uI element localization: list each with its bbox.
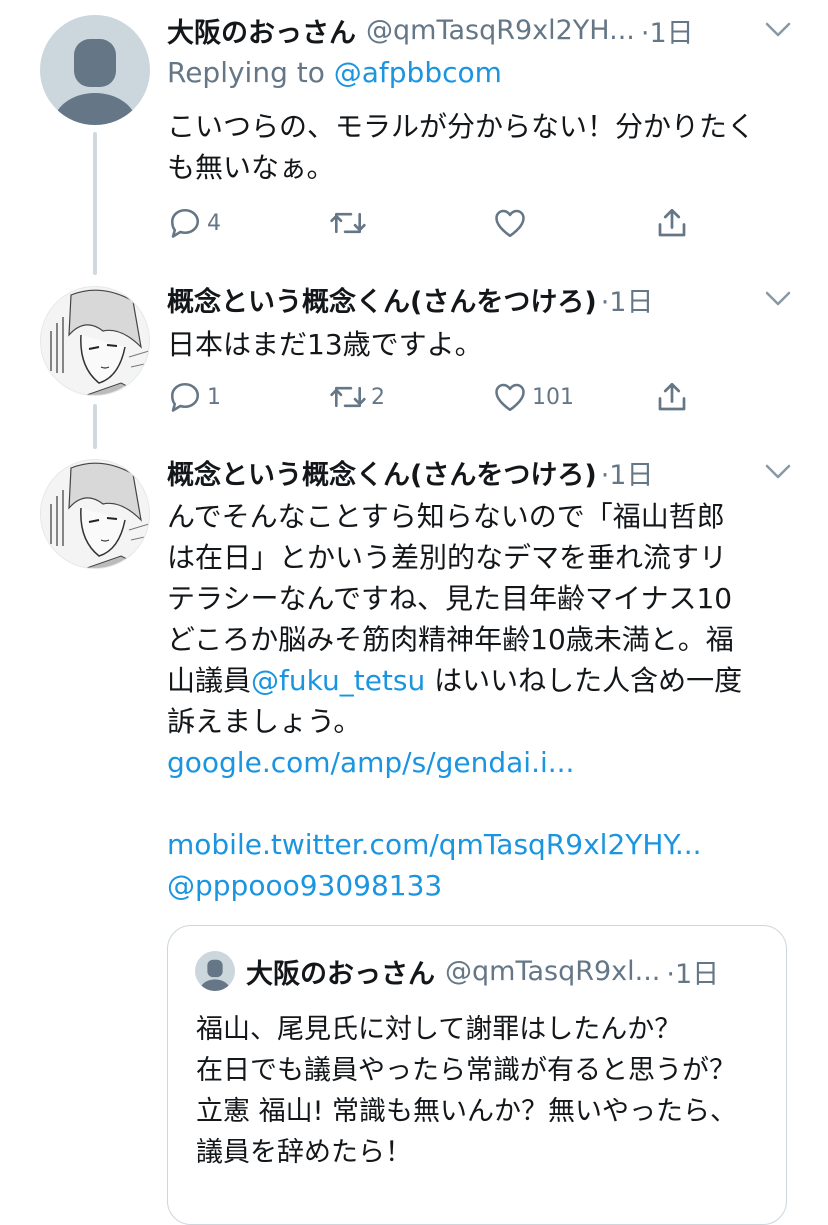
manga-avatar-icon bbox=[41, 287, 149, 395]
default-avatar-icon bbox=[53, 39, 137, 125]
mention-link[interactable]: @fuku_tetsu bbox=[251, 664, 425, 697]
like-icon bbox=[495, 209, 525, 238]
quoted-tweet-header: 大阪のおっさん @qmTasqR9xl... ·1日 bbox=[246, 953, 766, 990]
avatar bbox=[195, 951, 235, 991]
retweet-count: 2 bbox=[371, 384, 385, 410]
retweet-icon bbox=[330, 212, 366, 234]
timestamp: ·1日 bbox=[666, 958, 720, 990]
text-segment: はいいねした人含め一度 bbox=[425, 664, 743, 697]
text-line: どころか脳みそ筋肉精神年齢10歳未満と。福 bbox=[167, 623, 734, 656]
replying-to-link[interactable]: @afpbbcom bbox=[334, 56, 502, 89]
chevron-down-icon[interactable] bbox=[764, 289, 792, 309]
share-button[interactable] bbox=[654, 377, 690, 417]
quoted-tweet-text: 福山、尾見氏に対して謝罪はしたんか？ 在日でも議員やったら常識が有ると思うが？ … bbox=[196, 1014, 737, 1168]
share-button[interactable] bbox=[654, 203, 690, 243]
avatar[interactable] bbox=[40, 15, 150, 125]
mention-link[interactable]: @pppooo93098133 bbox=[167, 865, 797, 906]
reply-icon bbox=[170, 208, 200, 238]
thread-line bbox=[93, 404, 97, 449]
text-line: 訴えましょう。 bbox=[167, 705, 362, 738]
retweet-button[interactable] bbox=[329, 203, 367, 243]
display-name: 大阪のおっさん bbox=[246, 958, 435, 990]
like-icon bbox=[495, 383, 525, 412]
text-line: んでそんなことすら知らないので「福山哲郎 bbox=[167, 500, 725, 533]
replying-to: Replying to @afpbbcom bbox=[167, 56, 502, 89]
tweet-header: 大阪のおっさん @qmTasqR9xl2YH... ·1日 bbox=[167, 10, 768, 50]
manga-avatar-icon bbox=[41, 460, 149, 568]
tweet-header: 概念という概念くん(さんをつけろ) ·1日 bbox=[167, 279, 768, 319]
retweet-button[interactable]: 2 bbox=[329, 377, 385, 417]
reply-count: 1 bbox=[207, 384, 221, 410]
tweet-text: 日本はまだ13歳ですよ。 bbox=[167, 328, 483, 361]
timestamp[interactable]: ·1日 bbox=[641, 11, 694, 50]
tweet-actions: 4 bbox=[167, 203, 707, 243]
text-line: は在日」とかいう差別的なデマを垂れ流すリ bbox=[167, 541, 728, 574]
default-avatar-icon bbox=[199, 959, 231, 991]
quoted-tweet[interactable]: 大阪のおっさん @qmTasqR9xl... ·1日 福山、尾見氏に対して謝罪は… bbox=[167, 925, 787, 1225]
tweet-actions: 1 2 101 bbox=[167, 377, 707, 417]
reply-icon bbox=[170, 382, 200, 412]
retweet-icon bbox=[330, 386, 366, 408]
chevron-down-icon[interactable] bbox=[764, 20, 792, 40]
reply-button[interactable]: 1 bbox=[167, 377, 221, 417]
url-link[interactable]: google.com/amp/s/gendai.i... bbox=[167, 742, 797, 783]
display-name[interactable]: 概念という概念くん(さんをつけろ) bbox=[167, 453, 597, 492]
user-handle: @qmTasqR9xl... bbox=[445, 955, 661, 987]
display-name[interactable]: 大阪のおっさん bbox=[167, 11, 356, 50]
reply-button[interactable]: 4 bbox=[167, 203, 221, 243]
tweet-text: こいつらの、モラルが分からない！分かりたくも無いなぁ。 bbox=[167, 110, 756, 184]
replying-prefix: Replying to bbox=[167, 56, 334, 89]
tweet-text: んでそんなことすら知らないので「福山哲郎 は在日」とかいう差別的なデマを垂れ流す… bbox=[167, 496, 797, 906]
chevron-down-icon[interactable] bbox=[764, 462, 792, 482]
user-handle[interactable]: @qmTasqR9xl2YH... bbox=[366, 15, 635, 46]
share-icon bbox=[658, 382, 686, 411]
like-count: 101 bbox=[532, 384, 574, 410]
avatar[interactable] bbox=[40, 459, 150, 569]
text-segment: 山議員 bbox=[167, 664, 252, 697]
reply-count: 4 bbox=[207, 210, 221, 236]
url-link[interactable]: mobile.twitter.com/qmTasqR9xl2YHY... bbox=[167, 824, 797, 865]
like-button[interactable] bbox=[492, 203, 528, 243]
text-line: 山議員@fuku_tetsu はいいねした人含め一度 bbox=[167, 660, 797, 701]
display-name[interactable]: 概念という概念くん(さんをつけろ) bbox=[167, 280, 597, 319]
timestamp[interactable]: ·1日 bbox=[601, 280, 654, 319]
avatar[interactable] bbox=[40, 286, 150, 396]
thread-line bbox=[93, 132, 97, 275]
share-icon bbox=[658, 208, 686, 237]
like-button[interactable]: 101 bbox=[492, 377, 574, 417]
tweet-header: 概念という概念くん(さんをつけろ) ·1日 bbox=[167, 452, 768, 492]
timestamp[interactable]: ·1日 bbox=[601, 453, 654, 492]
text-line: テラシーなんですね、見た目年齢マイナス10 bbox=[167, 582, 733, 615]
